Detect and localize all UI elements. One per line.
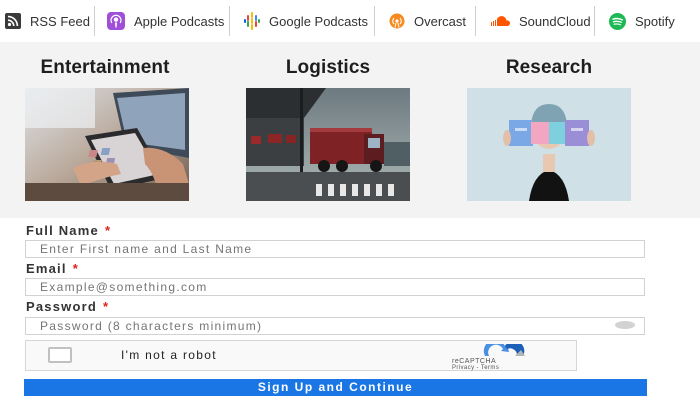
email-input[interactable] <box>25 278 645 296</box>
recaptcha-brand: reCAPTCHA <box>452 358 497 365</box>
show-password-eye-icon[interactable] <box>615 321 635 329</box>
email-label-text: Email <box>26 261 67 276</box>
apple-podcasts-label: Apple Podcasts <box>134 13 225 29</box>
podcast-links-bar: RSS Feed Apple Podcasts Google Podcasts … <box>0 0 700 42</box>
recaptcha-label: I'm not a robot <box>121 348 217 362</box>
categories-section: Entertainment Logistics Research <box>0 42 700 218</box>
spotify-icon <box>609 12 626 30</box>
entertainment-image[interactable] <box>25 88 189 201</box>
logistics-image[interactable] <box>246 88 410 201</box>
email-label: Email * <box>26 261 79 276</box>
password-label: Password * <box>26 299 109 314</box>
google-podcasts-label: Google Podcasts <box>269 13 369 29</box>
category-title: Logistics <box>285 57 371 78</box>
spotify-label: Spotify <box>635 13 675 29</box>
recaptcha-checkbox[interactable] <box>48 347 72 363</box>
recaptcha-widget: I'm not a robot reCAPTCHA Privacy - Term… <box>25 339 577 371</box>
password-field <box>25 317 645 335</box>
required-marker: * <box>72 261 79 276</box>
sign-up-button[interactable]: Sign Up and Continue <box>24 379 647 396</box>
overcast-link[interactable]: Overcast <box>375 0 475 42</box>
full-name-label: Full Name * <box>26 223 111 238</box>
category-title: Research <box>505 57 593 78</box>
password-input[interactable] <box>25 317 645 335</box>
spotify-link[interactable]: Spotify <box>595 0 699 42</box>
overcast-icon <box>389 13 405 29</box>
rss-feed-label: RSS Feed <box>30 13 90 29</box>
category-title: Entertainment <box>40 57 170 78</box>
required-marker: * <box>104 223 112 238</box>
signup-form: Full Name * Email * Password * I'm not a ro… <box>0 218 700 400</box>
required-marker: * <box>103 299 110 314</box>
apple-podcasts-icon <box>107 12 125 30</box>
google-podcasts-icon <box>244 12 260 30</box>
google-podcasts-link[interactable]: Google Podcasts <box>230 0 374 42</box>
rss-icon <box>5 13 21 29</box>
full-name-label-text: Full Name <box>26 223 99 238</box>
overcast-label: Overcast <box>414 13 467 29</box>
password-label-text: Password <box>26 299 98 314</box>
recaptcha-privacy-terms-link[interactable]: Privacy - Terms <box>452 365 499 371</box>
apple-podcasts-link[interactable]: Apple Podcasts <box>95 0 229 42</box>
soundcloud-link[interactable]: SoundCloud <box>476 0 594 42</box>
recaptcha-logo-icon <box>479 339 529 358</box>
soundcloud-label: SoundCloud <box>519 13 591 29</box>
rss-feed-link[interactable]: RSS Feed <box>0 0 94 42</box>
full-name-input[interactable] <box>25 240 645 258</box>
research-image[interactable] <box>467 88 631 201</box>
soundcloud-icon <box>490 15 510 27</box>
